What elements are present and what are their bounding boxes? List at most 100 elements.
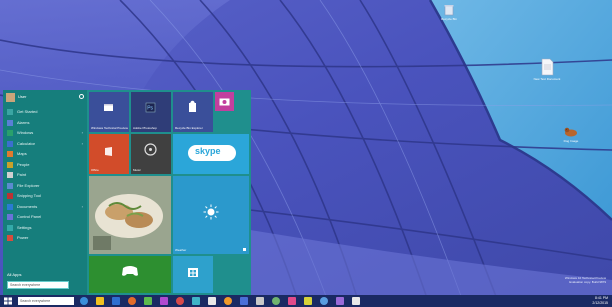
start-menu-item-label: Snipping Tool bbox=[17, 193, 41, 198]
food-photo-image bbox=[89, 176, 171, 254]
recycle-bin-glyph-icon bbox=[444, 5, 454, 16]
tile-tech-preview-label: Windows Technical Preview bbox=[91, 126, 128, 130]
sun-icon bbox=[203, 204, 219, 220]
start-menu-list: Get Started Alarms Windows › Calculator › Maps… bbox=[3, 107, 87, 244]
tile-weather-label: Weather bbox=[175, 248, 187, 252]
tile-weather[interactable]: Weather bbox=[173, 176, 249, 254]
start-menu-item[interactable]: Maps bbox=[3, 149, 87, 160]
taskbar-app-icon[interactable] bbox=[144, 297, 152, 305]
taskbar-app-icon[interactable] bbox=[208, 297, 216, 305]
taskbar-search-input[interactable]: Search everywhere bbox=[18, 297, 74, 305]
recycle-explorer-icon bbox=[189, 100, 196, 112]
start-menu-item[interactable]: Settings bbox=[3, 223, 87, 234]
skype-wordmark: skype bbox=[195, 146, 221, 156]
chevron-right-icon[interactable]: › bbox=[82, 141, 83, 146]
user-account-row[interactable]: User bbox=[6, 93, 86, 103]
app-icon bbox=[7, 203, 13, 210]
start-menu-item-label: Settings bbox=[17, 224, 32, 230]
document-glyph-icon bbox=[541, 58, 554, 76]
chevron-right-icon[interactable]: › bbox=[82, 130, 83, 135]
start-menu-item[interactable]: Documents › bbox=[3, 202, 87, 213]
start-menu-item[interactable]: Power bbox=[3, 233, 87, 244]
tile-skype[interactable]: skype bbox=[173, 134, 249, 174]
start-menu-item-label: Windows bbox=[17, 130, 34, 135]
start-menu-item[interactable]: Snipping Tool bbox=[3, 191, 87, 202]
start-menu-item[interactable]: Calculator › bbox=[3, 139, 87, 150]
taskbar-app-icon[interactable] bbox=[112, 297, 120, 305]
start-menu-item[interactable]: File Explorer bbox=[3, 181, 87, 192]
app-icon bbox=[7, 151, 13, 157]
tile-photoshop-label: Adobe Photoshop bbox=[133, 126, 157, 130]
taskbar-app-icon[interactable] bbox=[256, 297, 264, 305]
taskbar: Search everywhere 8:41 PM 2/12/2015 bbox=[0, 295, 612, 307]
start-menu-item-label: Control Panel bbox=[17, 214, 42, 219]
app-icon bbox=[7, 182, 13, 189]
taskbar-app-icon[interactable] bbox=[352, 297, 360, 305]
start-menu-left-pane: User Get Started Alarms Windows › Calculator… bbox=[3, 90, 87, 295]
store-bag-icon bbox=[188, 268, 198, 277]
start-menu-item[interactable]: Get Started bbox=[3, 107, 87, 118]
start-menu-item-label: Documents bbox=[17, 203, 38, 209]
tile-music[interactable]: Music bbox=[131, 134, 171, 174]
tile-photoshop[interactable]: Ps Adobe Photoshop bbox=[131, 92, 171, 132]
taskbar-app-icon[interactable] bbox=[128, 297, 136, 305]
weather-refresh-icon bbox=[243, 248, 246, 251]
chevron-right-icon[interactable]: › bbox=[82, 204, 83, 209]
start-menu-item-label: People bbox=[17, 161, 30, 167]
tile-camera-small[interactable] bbox=[215, 92, 234, 111]
start-menu-item[interactable]: Alarms bbox=[3, 118, 87, 129]
app-icon bbox=[7, 140, 13, 147]
taskbar-app-icon[interactable] bbox=[96, 297, 104, 305]
start-menu-item[interactable]: People bbox=[3, 160, 87, 171]
start-search-input[interactable]: Search everywhere bbox=[7, 281, 69, 289]
dog-image-label: Dog Image bbox=[563, 139, 579, 143]
photoshop-icon: Ps bbox=[145, 102, 156, 113]
system-tray-clock[interactable]: 8:41 PM 2/12/2015 bbox=[592, 296, 608, 306]
tile-recycle[interactable]: Recycle Bin Explorer bbox=[173, 92, 213, 132]
recycle-bin-icon[interactable]: Recycle Bin bbox=[434, 4, 464, 21]
tile-music-label: Music bbox=[133, 168, 141, 172]
office-icon bbox=[105, 147, 112, 156]
watermark-line-2: Evaluation copy. Build 9879 bbox=[569, 280, 606, 284]
app-icon bbox=[7, 119, 13, 126]
file-icon[interactable]: New Text Document bbox=[532, 58, 562, 81]
all-apps-link[interactable]: All Apps bbox=[7, 272, 21, 277]
taskbar-app-icon[interactable] bbox=[192, 297, 200, 305]
tile-tech-preview[interactable]: Windows Technical Preview bbox=[89, 92, 129, 132]
taskbar-app-icon[interactable] bbox=[304, 297, 312, 305]
start-menu: User Get Started Alarms Windows › Calculator… bbox=[3, 90, 251, 295]
power-options-icon[interactable] bbox=[79, 94, 84, 99]
app-icon bbox=[7, 161, 13, 168]
file-label: New Text Document bbox=[533, 77, 561, 81]
app-icon bbox=[7, 193, 13, 199]
taskbar-app-icon[interactable] bbox=[176, 297, 184, 305]
windows-start-icon[interactable] bbox=[4, 297, 12, 305]
dog-image-icon[interactable]: Dog Image bbox=[556, 126, 586, 143]
window-app-icon bbox=[104, 104, 113, 111]
tile-office[interactable]: Office bbox=[89, 134, 129, 174]
start-menu-item[interactable]: Control Panel bbox=[3, 212, 87, 223]
start-menu-item-label: Calculator bbox=[17, 140, 36, 146]
tile-store[interactable] bbox=[173, 256, 213, 293]
taskbar-app-icon[interactable] bbox=[272, 297, 280, 305]
taskbar-app-icon[interactable] bbox=[80, 297, 88, 305]
tile-xbox[interactable] bbox=[89, 256, 171, 293]
taskbar-app-icon[interactable] bbox=[288, 297, 296, 305]
start-menu-item-label: Maps bbox=[17, 151, 27, 156]
taskbar-app-icon[interactable] bbox=[320, 297, 328, 305]
camera-icon bbox=[219, 98, 230, 106]
taskbar-app-icon[interactable] bbox=[224, 297, 232, 305]
start-menu-item[interactable]: Windows › bbox=[3, 128, 87, 139]
start-menu-item-label: Paint bbox=[17, 172, 27, 177]
tile-food[interactable] bbox=[89, 176, 171, 254]
taskbar-app-icon[interactable] bbox=[160, 297, 168, 305]
svg-text:Ps: Ps bbox=[147, 106, 153, 112]
taskbar-app-icon[interactable] bbox=[240, 297, 248, 305]
start-menu-item-label: Power bbox=[17, 235, 29, 240]
taskbar-app-icon[interactable] bbox=[336, 297, 344, 305]
app-icon bbox=[7, 109, 13, 115]
dog-glyph-icon bbox=[564, 127, 577, 137]
avatar bbox=[6, 93, 15, 102]
app-icon bbox=[7, 214, 13, 220]
start-menu-item[interactable]: Paint bbox=[3, 170, 87, 181]
